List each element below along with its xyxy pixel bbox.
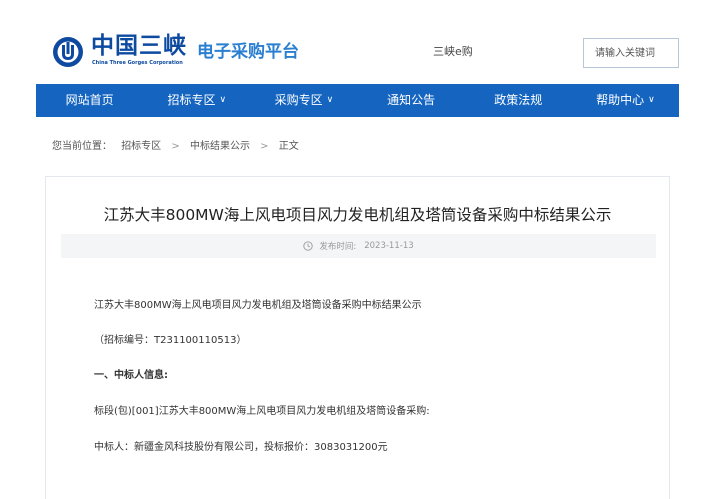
publish-label: 发布时间: <box>319 242 357 252</box>
paragraph-lot: 标段(包)[001]江苏大丰800MW海上风电项目风力发电机组及塔筒设备采购: <box>94 406 430 417</box>
nav-item-label: 政策法规 <box>494 93 543 107</box>
nav-item-label: 通知公告 <box>387 93 436 107</box>
breadcrumb-item-bidding[interactable]: 招标专区 <box>121 141 161 152</box>
main-nav: 网站首页 招标专区 ∨ 采购专区 ∨ 通知公告 政策法规 帮助中心 ∨ <box>36 84 679 117</box>
nav-item-label: 招标专区 <box>167 93 216 107</box>
article-title: 江苏大丰800MW海上风电项目风力发电机组及塔筒设备采购中标结果公示 <box>103 206 612 224</box>
publish-date: 2023-11-13 <box>364 241 414 251</box>
platform-title[interactable]: 电子采购平台 <box>197 42 299 62</box>
breadcrumb: 您当前位置： 招标专区 > 中标结果公示 > 正文 <box>52 140 299 154</box>
breadcrumb-separator: > <box>171 141 180 152</box>
paragraph-bid-number: （招标编号：T231100110513） <box>94 335 247 346</box>
publish-meta-bar: 发布时间: 2023-11-13 <box>61 234 656 258</box>
nav-item-label: 帮助中心 <box>596 93 645 107</box>
breadcrumb-item-results[interactable]: 中标结果公示 <box>190 141 250 152</box>
breadcrumb-item-current: 正文 <box>278 141 299 152</box>
paragraph-section-heading: 一、中标人信息: <box>94 370 168 381</box>
site-header: 中国三峡 China Three Gorges Corporation 电子采购… <box>0 0 706 84</box>
nav-item-label: 网站首页 <box>65 93 114 107</box>
nav-item-policy[interactable]: 政策法规 <box>465 84 572 117</box>
nav-item-home[interactable]: 网站首页 <box>36 84 143 117</box>
article-card: 江苏大丰800MW海上风电项目风力发电机组及塔筒设备采购中标结果公示 发布时间:… <box>45 176 670 499</box>
nav-item-help[interactable]: 帮助中心 ∨ <box>572 84 679 117</box>
nav-item-procurement[interactable]: 采购专区 ∨ <box>250 84 357 117</box>
search-box <box>583 38 679 68</box>
nav-item-notices[interactable]: 通知公告 <box>358 84 465 117</box>
chevron-down-icon: ∨ <box>648 95 655 105</box>
nav-item-bidding[interactable]: 招标专区 ∨ <box>143 84 250 117</box>
logo-cn-text[interactable]: 中国三峡 <box>91 34 187 58</box>
breadcrumb-separator: > <box>260 141 269 152</box>
breadcrumb-prefix: 您当前位置： <box>52 141 112 152</box>
egou-link[interactable]: 三峡e购 <box>433 45 473 59</box>
chevron-down-icon: ∨ <box>326 95 334 105</box>
clock-icon <box>303 241 314 251</box>
paragraph-winner: 中标人：新疆金风科技股份有限公司，投标报价：3083031200元 <box>94 442 388 453</box>
logo-en-text: China Three Gorges Corporation <box>92 60 183 66</box>
nav-item-label: 采购专区 <box>274 93 323 107</box>
search-input[interactable] <box>584 39 678 67</box>
ctg-logo-icon[interactable] <box>52 36 84 68</box>
paragraph-title-repeat: 江苏大丰800MW海上风电项目风力发电机组及塔筒设备采购中标结果公示 <box>94 300 422 311</box>
chevron-down-icon: ∨ <box>219 95 227 105</box>
